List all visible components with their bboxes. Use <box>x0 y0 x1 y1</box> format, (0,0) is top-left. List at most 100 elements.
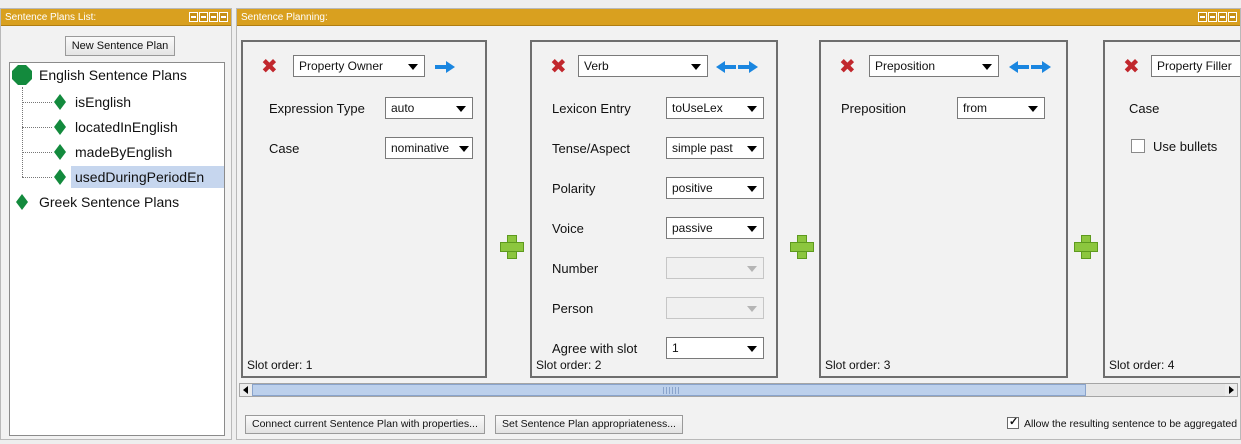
slot-order-label: Slot order: 4 <box>1109 358 1175 372</box>
maximize-icon[interactable] <box>1218 12 1227 22</box>
tree-item-greek-sentence-plans[interactable]: Greek Sentence Plans <box>39 191 179 213</box>
chevron-down-icon <box>747 106 757 112</box>
slot-3: ✖ Preposition Preposition from Slot orde… <box>819 40 1068 378</box>
scroll-right-icon[interactable] <box>1225 384 1237 396</box>
field-label: Preposition <box>841 101 907 116</box>
tree-connector-line <box>22 177 52 178</box>
remove-slot-icon[interactable]: ✖ <box>550 56 567 76</box>
window-controls <box>1198 12 1237 22</box>
field-value: from <box>963 101 987 115</box>
sentence-plans-tree: English Sentence Plans isEnglish located… <box>9 62 225 436</box>
diamond-icon <box>54 144 66 160</box>
field-label: Person <box>552 301 594 316</box>
field-value: auto <box>391 101 415 115</box>
connect-properties-button[interactable]: Connect current Sentence Plan with prope… <box>245 415 485 434</box>
chevron-down-icon <box>982 64 992 70</box>
slots-area: ✖ Property Owner Expression Type auto Ca… <box>237 27 1240 387</box>
field-value: positive <box>672 181 713 195</box>
tree-item-madebyenglish[interactable]: madeByEnglish <box>75 141 172 163</box>
close-icon[interactable] <box>219 12 228 22</box>
chevron-down-icon <box>456 106 466 112</box>
maximize-icon[interactable] <box>209 12 218 22</box>
field-label: Case <box>269 141 300 156</box>
field-label: Case <box>1129 101 1160 116</box>
remove-slot-icon[interactable]: ✖ <box>261 56 278 76</box>
diamond-icon <box>16 194 28 210</box>
chevron-down-icon <box>747 306 757 312</box>
horizontal-scrollbar[interactable] <box>239 383 1238 397</box>
voice-select[interactable]: passive <box>666 217 764 239</box>
tree-connector-line <box>22 102 52 103</box>
chevron-down-icon <box>747 226 757 232</box>
slot-order-label: Slot order: 1 <box>247 358 313 372</box>
scrollbar-thumb[interactable] <box>252 384 1086 396</box>
tree-item-english-sentence-plans[interactable]: English Sentence Plans <box>39 64 187 86</box>
add-slot-plus-icon[interactable] <box>1074 235 1098 259</box>
slot-2: ✖ Verb Lexicon Entry toUseLex Tense/Aspe… <box>530 40 778 378</box>
slot-type-select[interactable]: Preposition <box>869 55 999 77</box>
panel-title: Sentence Plans List: <box>5 12 97 23</box>
remove-slot-icon[interactable]: ✖ <box>1123 56 1140 76</box>
tree-item-isenglish[interactable]: isEnglish <box>75 91 131 113</box>
field-value: toUseLex <box>672 101 723 115</box>
slot-type-value: Verb <box>584 59 609 73</box>
number-select-disabled <box>666 257 764 279</box>
restore-icon[interactable] <box>189 12 198 22</box>
slot-type-select[interactable]: Property Filler <box>1151 55 1240 77</box>
aggregate-option[interactable]: Allow the resulting sentence to be aggre… <box>1007 415 1237 430</box>
restore-icon[interactable] <box>1198 12 1207 22</box>
slot-type-select[interactable]: Verb <box>578 55 708 77</box>
slot-1: ✖ Property Owner Expression Type auto Ca… <box>241 40 487 378</box>
field-value: 1 <box>672 341 679 355</box>
tense-aspect-select[interactable]: simple past <box>666 137 764 159</box>
agree-with-slot-select[interactable]: 1 <box>666 337 764 359</box>
diamond-icon <box>54 119 66 135</box>
field-label: Number <box>552 261 599 276</box>
move-right-arrow-icon[interactable] <box>738 61 758 73</box>
move-left-arrow-icon[interactable] <box>716 61 736 73</box>
preposition-select[interactable]: from <box>957 97 1045 119</box>
field-label: Expression Type <box>269 101 365 116</box>
move-right-arrow-icon[interactable] <box>435 61 455 73</box>
field-label: Voice <box>552 221 584 236</box>
tree-connector-line <box>22 152 52 153</box>
sentence-plans-list-titlebar: Sentence Plans List: <box>1 9 231 26</box>
case-select[interactable]: nominative <box>385 137 473 159</box>
chevron-down-icon <box>459 146 469 152</box>
close-icon[interactable] <box>1228 12 1237 22</box>
expression-type-select[interactable]: auto <box>385 97 473 119</box>
chevron-down-icon <box>747 346 757 352</box>
chevron-down-icon <box>691 64 701 70</box>
panel-title: Sentence Planning: <box>241 12 328 23</box>
move-left-arrow-icon[interactable] <box>1009 61 1029 73</box>
add-slot-plus-icon[interactable] <box>790 235 814 259</box>
slot-type-value: Property Owner <box>299 59 384 73</box>
sentence-plans-list-panel: Sentence Plans List: New Sentence Plan E… <box>0 8 232 440</box>
minimize-icon[interactable] <box>199 12 208 22</box>
new-sentence-plan-button[interactable]: New Sentence Plan <box>65 36 175 56</box>
field-label: Polarity <box>552 181 596 196</box>
field-value: passive <box>672 221 713 235</box>
tree-item-useduringperioden-selected[interactable]: usedDuringPeriodEn <box>71 166 224 188</box>
polarity-select[interactable]: positive <box>666 177 764 199</box>
add-slot-plus-icon[interactable] <box>500 235 524 259</box>
chevron-down-icon <box>747 186 757 192</box>
slot-type-value: Property Filler <box>1157 59 1232 73</box>
aggregate-checkbox[interactable] <box>1007 415 1019 429</box>
slot-type-value: Preposition <box>875 59 936 73</box>
scroll-left-icon[interactable] <box>240 384 252 396</box>
slot-type-select[interactable]: Property Owner <box>293 55 425 77</box>
use-bullets-checkbox[interactable] <box>1131 139 1145 153</box>
remove-slot-icon[interactable]: ✖ <box>839 56 856 76</box>
field-label: Tense/Aspect <box>552 141 631 156</box>
window-controls <box>189 12 228 22</box>
minimize-icon[interactable] <box>1208 12 1217 22</box>
chevron-down-icon <box>1028 106 1038 112</box>
tree-connector-line <box>22 87 23 177</box>
set-appropriateness-button[interactable]: Set Sentence Plan appropriateness... <box>495 415 683 434</box>
chevron-down-icon <box>408 64 418 70</box>
grip-icon <box>663 387 681 394</box>
tree-item-locatedinenglish[interactable]: locatedInEnglish <box>75 116 178 138</box>
lexicon-entry-select[interactable]: toUseLex <box>666 97 764 119</box>
move-right-arrow-icon[interactable] <box>1031 61 1051 73</box>
